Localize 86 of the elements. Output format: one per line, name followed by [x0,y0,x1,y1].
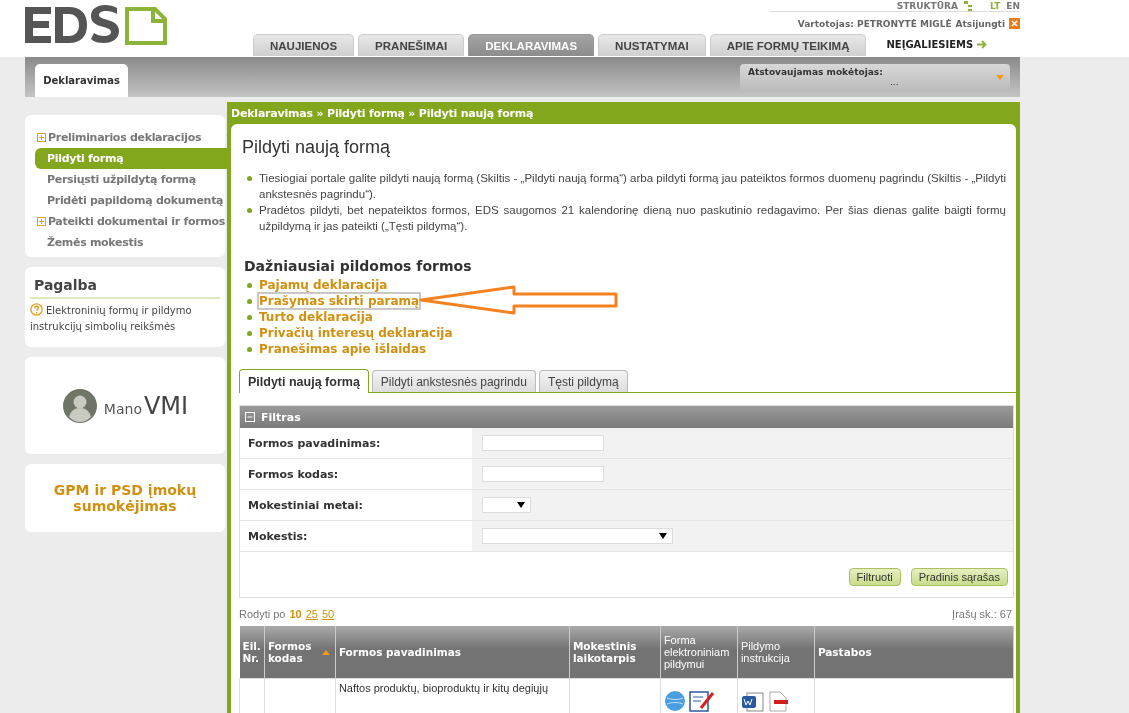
section-heading: Dažniausiai pildomos formos [244,258,473,274]
payer-select[interactable]: Atstovaujamas mokėtojas: ... [740,64,1010,90]
form-tab[interactable]: Pildyti ankstesnės pagrindu [371,370,536,392]
bullet-icon [247,176,252,181]
page-size-link[interactable]: 50 [322,608,335,620]
filter-header[interactable]: Filtras [240,406,1013,428]
mano-vmi-title: VMI [143,391,189,420]
user-silhouette-icon [61,387,98,424]
column-header[interactable]: Formos pavadinimas [335,626,570,679]
language-link[interactable]: LT [989,0,1001,11]
form-tab[interactable]: Tęsti pildymą [538,370,628,392]
page-title: Pildyti naują formą [242,137,392,158]
sort-ascending-icon[interactable] [321,649,330,655]
nav-tab[interactable]: APIE FORMŲ TEIKIMĄ [709,34,867,56]
record-count: Įrašų sk.: 67 [952,608,1012,620]
breadcrumb: Deklaravimas » Pildyti formą » Pildyti naują formą [231,106,535,122]
sidebar-item[interactable]: Pridėti papildomą dokumentą [35,190,225,211]
filter-title: Filtras [261,410,301,424]
table-cell [264,678,336,713]
page-size-link[interactable]: 25 [305,608,318,620]
field-label: Formos kodas: [247,466,340,483]
info-text: Tiesiogiai portale galite pildyti naują formą (Skiltis - „Pildyti naują formą“) arba pildyti formą jau pateiktos formos duomenų pagrindu (Skiltis - „Pildyti ankstesnės pagrindu“). [259,171,1006,202]
nav-tab[interactable]: DEKLARAVIMAS [468,34,595,56]
user-name: Vartotojas: PETRONYTĖ MIGLĖ [797,18,952,29]
sidebar-item[interactable]: Preliminarios deklaracijos [35,127,225,148]
bullet-icon [247,282,252,288]
column-header[interactable]: Pildymo instrukcija [737,626,815,679]
form-link[interactable]: Privačių interesų deklaracija [259,326,453,340]
sidebar-item[interactable]: Pateikti dokumentai ir formos [35,211,225,232]
select-field[interactable] [482,497,531,513]
language-link[interactable]: EN [1006,0,1020,11]
mano-vmi-card[interactable]: ManoVMI [25,357,225,454]
arrow-right-icon [977,40,988,49]
form-link[interactable]: Pajamų deklaracija [259,278,388,292]
help-title: Pagalba [30,277,220,299]
form-edit-icon[interactable] [688,690,715,712]
nav-tab[interactable]: NUSTATYMAI [598,34,706,56]
filter-button[interactable]: Filtruoti [848,568,901,586]
column-header[interactable]: Pastabos [814,626,1014,679]
column-header[interactable]: Mokestinis laikotarpis [569,626,661,679]
bullet-icon [247,314,252,320]
globe-icon[interactable] [663,690,686,712]
logout-link[interactable]: Atsijungti [955,18,1005,29]
bullet-icon [247,208,252,213]
close-icon[interactable] [1009,18,1020,29]
field-label: Formos pavadinimas: [247,435,382,452]
filter-button[interactable]: Pradinis sąrašas [910,568,1008,586]
select-field[interactable] [482,528,673,544]
accessibility-link[interactable]: NEĮGALIESIEMS [886,39,974,50]
sidebar-item[interactable]: Žemės mokestis [35,232,225,253]
section-tab[interactable]: Deklaravimas [35,64,128,97]
field-label: Mokestis: [247,528,309,545]
text-field[interactable] [482,466,604,482]
sidebar-item[interactable]: Persiųsti užpildytą formą [35,169,225,190]
structure-link[interactable]: STRUKTŪRA [896,0,958,11]
page-size-label: Rodyti po [239,608,286,620]
column-header[interactable]: Formos kodas [264,626,336,679]
nav-tab[interactable]: PRANEŠIMAI [358,34,465,56]
form-link[interactable]: Pranešimas apie išlaidas [259,342,427,356]
bullet-icon [247,330,252,336]
info-text: Pradėtos pildyti, bet nepateiktos formos, EDS saugomos 21 kalendorinę dieną nuo paskutinio redagavimo. Per šias dienas galite baigti formų užpildymą ir jas pateikti („Tęsti pildymą“). [259,203,1006,234]
form-tab[interactable]: Pildyti naują formą [239,369,369,393]
sitemap-icon [963,0,972,11]
dropdown-arrow-icon[interactable] [517,502,525,508]
column-header[interactable]: Forma elektroniniam pildymui [660,626,738,679]
help-link[interactable]: Elektroninių formų ir pildymo instrukcijų simbolių reikšmės [30,303,220,335]
column-header[interactable]: Eil. Nr. [239,626,265,679]
sidebar-item[interactable]: Pildyti formą [35,148,227,169]
form-link[interactable]: Turto deklaracija [259,310,373,324]
form-link[interactable]: Prašymas skirti paramą [259,294,420,308]
word-document-icon[interactable] [740,690,765,712]
nav-tab[interactable]: NAUJIENOS [253,34,355,56]
pdf-document-icon[interactable] [767,690,788,712]
field-label: Mokestiniai metai: [247,497,364,514]
plus-icon[interactable] [37,217,46,226]
bullet-icon [247,346,252,352]
table-cell [239,678,265,713]
table-cell: Naftos produktų, bioproduktų ir kitų degiųjų [335,678,570,713]
plus-icon[interactable] [37,133,46,142]
collapse-icon[interactable] [245,412,255,422]
page-size-link[interactable]: 10 [289,608,302,620]
text-field[interactable] [482,435,604,451]
help-icon [30,303,43,316]
bullet-icon [247,298,252,304]
mano-vmi-label: Mano [103,400,142,417]
dropdown-arrow-icon[interactable] [659,533,667,539]
